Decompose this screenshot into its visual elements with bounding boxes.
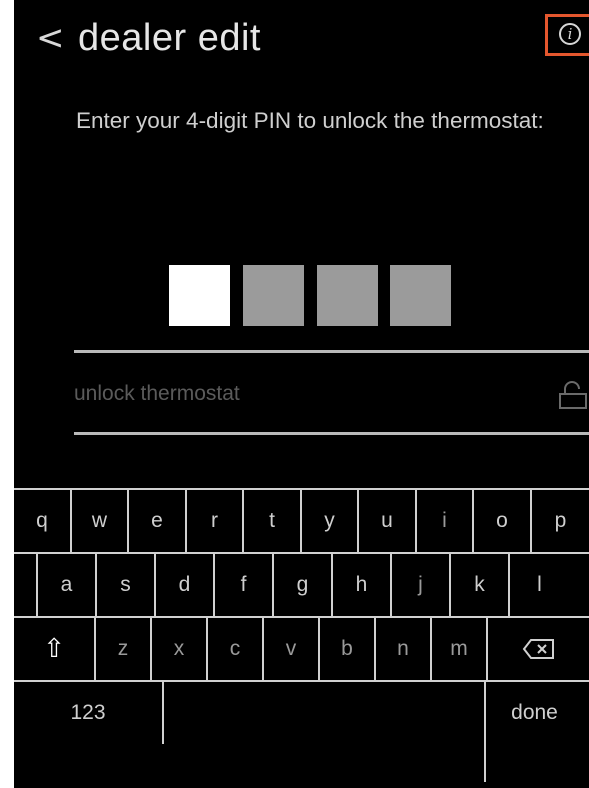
key-c[interactable]: c <box>208 618 264 680</box>
key-g[interactable]: g <box>274 554 333 616</box>
backspace-key[interactable] <box>488 618 589 680</box>
keyboard-row-4: 123 done <box>14 682 589 788</box>
key-p[interactable]: p <box>532 490 589 552</box>
divider-bottom <box>74 432 589 435</box>
key-a[interactable]: a <box>38 554 97 616</box>
pin-digit-4 <box>390 265 451 326</box>
info-icon: i <box>559 23 581 45</box>
backspace-icon <box>522 639 554 660</box>
keyboard-spacer <box>14 554 38 616</box>
key-w[interactable]: w <box>72 490 129 552</box>
lock-icon <box>559 381 587 409</box>
back-icon[interactable]: < <box>36 18 65 58</box>
key-s[interactable]: s <box>97 554 156 616</box>
pin-digit-3 <box>317 265 378 326</box>
divider-top <box>74 350 589 353</box>
key-j[interactable]: j <box>392 554 451 616</box>
key-k[interactable]: k <box>451 554 510 616</box>
key-z[interactable]: z <box>96 618 152 680</box>
keyboard-row-3: ⇧ z x c v b n m <box>14 618 589 680</box>
key-t[interactable]: t <box>244 490 302 552</box>
numbers-key[interactable]: 123 <box>14 682 164 744</box>
keyboard-row-2: asdfghjkl <box>14 554 589 616</box>
key-e[interactable]: e <box>129 490 187 552</box>
shift-key[interactable]: ⇧ <box>14 618 96 680</box>
space-key[interactable] <box>164 682 486 782</box>
key-r[interactable]: r <box>187 490 244 552</box>
key-m[interactable]: m <box>432 618 488 680</box>
key-q[interactable]: q <box>14 490 72 552</box>
page-title: dealer edit <box>78 17 261 59</box>
key-u[interactable]: u <box>359 490 417 552</box>
thermostat-screen: < dealer edit i Enter your 4-digit PIN t… <box>14 0 589 788</box>
key-x[interactable]: x <box>152 618 208 680</box>
key-n[interactable]: n <box>376 618 432 680</box>
info-button[interactable]: i <box>545 14 589 56</box>
on-screen-keyboard: qwertyuiop asdfghjkl ⇧ z x c v b n m 123 done <box>14 488 589 788</box>
key-l[interactable]: l <box>510 554 569 616</box>
unlock-thermostat-button[interactable]: unlock thermostat <box>74 380 240 408</box>
pin-prompt: Enter your 4-digit PIN to unlock the the… <box>76 108 544 133</box>
pin-digit-1 <box>169 265 230 326</box>
key-b[interactable]: b <box>320 618 376 680</box>
keyboard-row-1: qwertyuiop <box>14 490 589 552</box>
pin-digit-2 <box>243 265 304 326</box>
key-h[interactable]: h <box>333 554 392 616</box>
key-y[interactable]: y <box>302 490 359 552</box>
key-i[interactable]: i <box>417 490 474 552</box>
key-d[interactable]: d <box>156 554 215 616</box>
key-v[interactable]: v <box>264 618 320 680</box>
key-f[interactable]: f <box>215 554 274 616</box>
done-key[interactable]: done <box>486 682 589 744</box>
key-o[interactable]: o <box>474 490 532 552</box>
